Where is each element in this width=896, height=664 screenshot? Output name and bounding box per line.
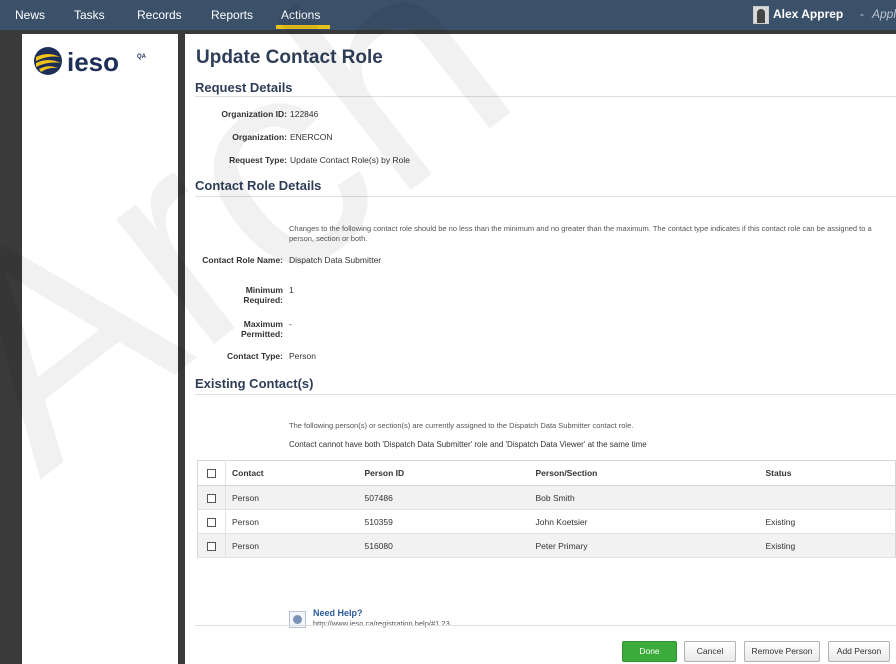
need-help-link[interactable]: Need Help? [313, 608, 363, 618]
section-divider [195, 96, 896, 97]
nav-item-actions[interactable]: Actions [281, 8, 320, 22]
section-heading-contact-role-details: Contact Role Details [195, 178, 322, 193]
column-header-contact[interactable]: Contact [225, 460, 359, 486]
user-menu-name[interactable]: Alex Apprep [773, 7, 843, 21]
cell-status [759, 485, 896, 510]
section-divider [195, 196, 896, 197]
cell-person-section: John Koetsier [529, 509, 760, 534]
minimum-required-value: 1 [289, 285, 294, 295]
left-edge-bar [0, 30, 9, 664]
row-checkbox[interactable] [207, 517, 216, 527]
add-person-button[interactable]: Add Person [828, 641, 890, 662]
nav-active-indicator [276, 25, 330, 29]
row-checkbox[interactable] [207, 493, 216, 503]
app-menu-label[interactable]: Appl [872, 7, 896, 21]
cell-person-id: 507486 [358, 485, 530, 510]
row-select-cell [197, 485, 226, 510]
nav-item-records[interactable]: Records [137, 8, 182, 22]
user-avatar[interactable] [753, 6, 769, 24]
ieso-logo-text: ieso [67, 47, 120, 77]
existing-contacts-table: Contact Person ID Person/Section Status … [197, 460, 896, 558]
cell-status: Existing [759, 533, 896, 558]
nav-item-tasks[interactable]: Tasks [74, 8, 105, 22]
nav-item-reports[interactable]: Reports [211, 8, 253, 22]
minimum-required-label: Minimum Required: [243, 285, 283, 305]
page-title: Update Contact Role [196, 47, 383, 68]
cell-contact: Person [225, 509, 359, 534]
nav-item-news[interactable]: News [15, 8, 45, 22]
done-button[interactable]: Done [622, 641, 677, 662]
contact-type-label: Contact Type: [226, 351, 283, 361]
table-header-row: Contact Person ID Person/Section Status [197, 460, 896, 486]
contact-role-name-label: Contact Role Name: [202, 255, 283, 265]
column-header-status[interactable]: Status [759, 460, 896, 486]
cell-person-id: 510359 [358, 509, 530, 534]
row-select-cell [197, 533, 226, 558]
cell-person-id: 516080 [358, 533, 530, 558]
row-select-cell [197, 509, 226, 534]
organization-label: Organization: [232, 132, 287, 142]
sidebar: ieso QA [22, 34, 178, 664]
top-nav-bar: News Tasks Records Reports Actions Alex … [0, 0, 896, 30]
column-header-person-id[interactable]: Person ID [358, 460, 530, 486]
cell-status: Existing [759, 509, 896, 534]
environment-badge: QA [137, 54, 146, 60]
contact-role-note: Changes to the following contact role sh… [289, 224, 872, 243]
table-row[interactable]: Person 510359 John Koetsier Existing [197, 509, 896, 534]
user-menu-separator: - [860, 7, 864, 21]
main-content: Update Contact Role Request Details Orga… [185, 34, 896, 664]
cell-person-section: Bob Smith [529, 485, 760, 510]
section-divider [195, 394, 896, 395]
select-all-checkbox[interactable] [207, 469, 216, 479]
cell-person-section: Peter Primary [529, 533, 760, 558]
remove-person-button[interactable]: Remove Person [744, 641, 820, 662]
contact-type-value: Person [289, 351, 316, 361]
organization-value: ENERCON [290, 132, 333, 142]
cell-contact: Person [225, 533, 359, 558]
ieso-globe-icon [34, 47, 62, 75]
organization-id-label: Organization ID: [221, 109, 287, 119]
section-heading-existing-contacts: Existing Contact(s) [195, 376, 314, 391]
table-row[interactable]: Person 516080 Peter Primary Existing [197, 533, 896, 558]
cancel-button[interactable]: Cancel [684, 641, 736, 662]
request-type-label: Request Type: [229, 155, 287, 165]
footer-divider [195, 625, 896, 626]
request-type-value: Update Contact Role(s) by Role [290, 155, 411, 165]
table-row[interactable]: Person 507486 Bob Smith [197, 485, 896, 510]
organization-id-value: 122846 [290, 109, 319, 119]
role-conflict-warning: Contact cannot have both 'Dispatch Data … [289, 440, 647, 449]
section-heading-request-details: Request Details [195, 80, 293, 95]
cell-contact: Person [225, 485, 359, 510]
maximum-permitted-label: Maximum Permitted: [240, 319, 283, 339]
select-all-cell [197, 460, 226, 486]
contact-role-name-value: Dispatch Data Submitter [289, 255, 382, 265]
existing-contacts-note: The following person(s) or section(s) ar… [289, 421, 634, 430]
row-checkbox[interactable] [207, 541, 216, 551]
maximum-permitted-value: - [289, 319, 292, 329]
column-header-person-section[interactable]: Person/Section [529, 460, 760, 486]
help-url[interactable]: http://www.ieso.ca/registration.help/#1.… [313, 619, 450, 628]
